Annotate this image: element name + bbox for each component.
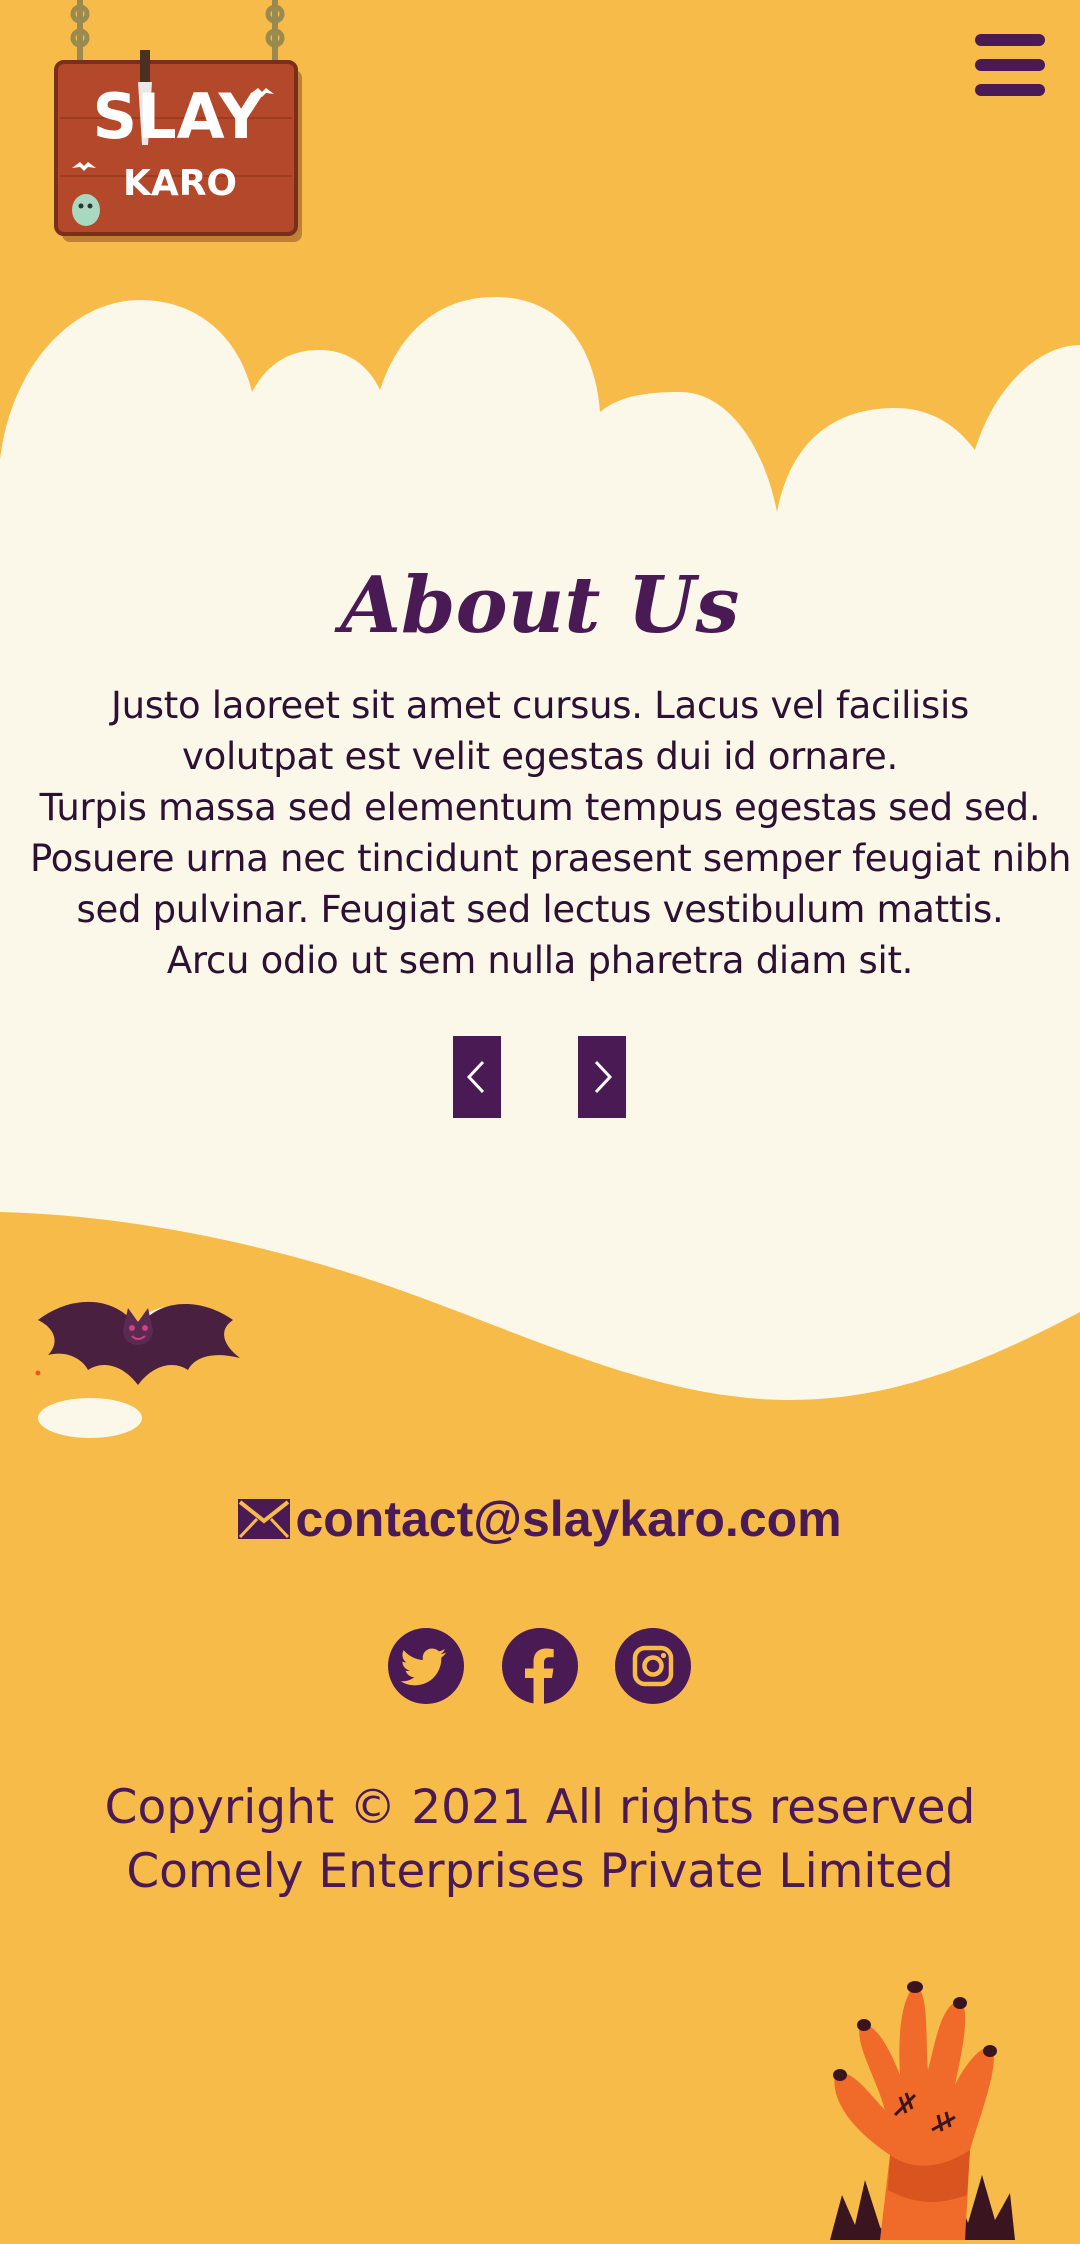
about-line: Arcu odio ut sem nulla pharetra diam sit…: [166, 939, 914, 982]
about-line: volutpat est velit egestas dui id ornare…: [182, 735, 898, 778]
previous-button[interactable]: [453, 1036, 501, 1118]
facebook-icon: [525, 1648, 554, 1704]
bat-illustration: [28, 1290, 248, 1440]
about-title: About Us: [340, 560, 740, 651]
about-line: sed pulvinar. Feugiat sed lectus vestibu…: [76, 888, 1004, 931]
about-line: Turpis massa sed elementum tempus egesta…: [39, 786, 1041, 829]
about-line: Justo laoreet sit amet cursus. Lacus vel…: [111, 684, 969, 727]
logo-word-karo: KARO: [123, 163, 237, 204]
instagram-icon: [632, 1645, 674, 1687]
copyright-line: Copyright © 2021 All rights reserved: [104, 1780, 976, 1835]
copyright-text: Copyright © 2021 All rights reserved Com…: [0, 1776, 1080, 1904]
zombie-hand-illustration: [820, 1965, 1030, 2240]
hamburger-icon-bar-bottom: [975, 84, 1045, 96]
contact-row: contact@slaykaro.com: [0, 1490, 1080, 1556]
menu-button[interactable]: [970, 30, 1050, 100]
company-name-line: Comely Enterprises Private Limited: [126, 1844, 954, 1899]
next-button[interactable]: [578, 1036, 626, 1118]
chevron-right-icon: [594, 1060, 613, 1094]
hamburger-icon-bar-middle: [975, 59, 1045, 71]
about-paragraph: Justo laoreet sit amet cursus. Lacus vel…: [30, 680, 1072, 986]
instagram-button[interactable]: [615, 1628, 691, 1704]
hamburger-icon-bar-top: [975, 34, 1045, 46]
facebook-button[interactable]: [502, 1628, 578, 1704]
background-shapes: [0, 297, 1080, 1400]
envelope-icon: [238, 1499, 291, 1539]
contact-email-link[interactable]: contact@slaykaro.com: [295, 1491, 841, 1547]
chevron-left-icon: [466, 1060, 485, 1094]
slay-karo-logo[interactable]: SLAY KARO: [50, 0, 320, 250]
twitter-button[interactable]: [388, 1628, 464, 1704]
logo-word-slay: SLAY: [92, 80, 264, 153]
about-line: Posuere urna nec tincidunt praesent semp…: [30, 837, 1072, 880]
twitter-icon: [400, 1648, 447, 1686]
